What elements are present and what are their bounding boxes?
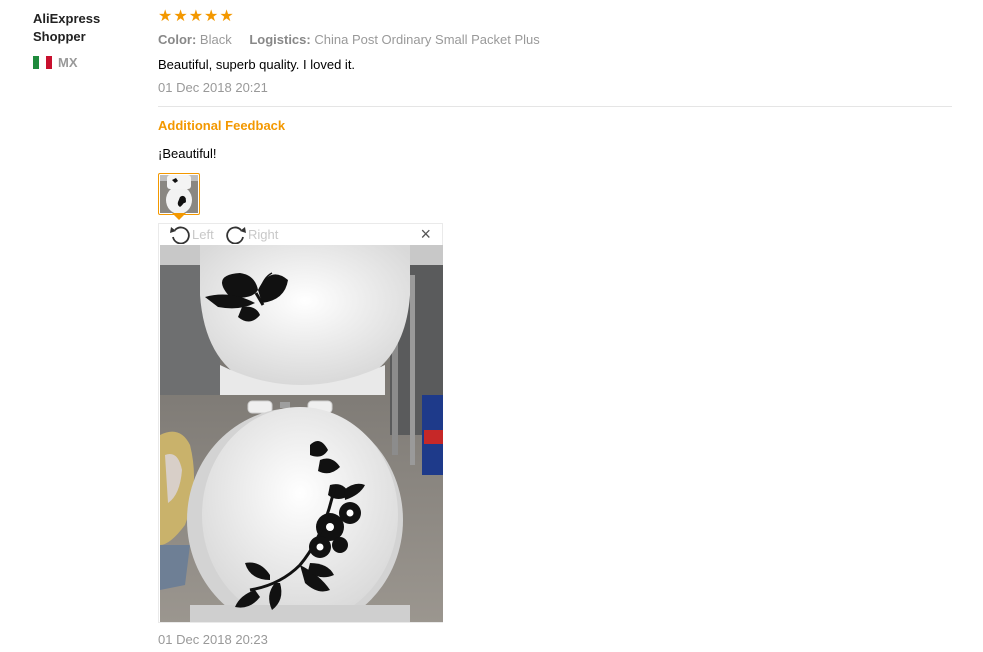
logistics-value: China Post Ordinary Small Packet Plus — [314, 32, 540, 47]
mexico-flag-icon — [33, 56, 52, 69]
star-icon: ★ — [188, 8, 204, 25]
buyer-country: MX — [33, 55, 78, 70]
country-code: MX — [58, 55, 78, 70]
viewer-toolbar: Left Right × — [159, 224, 442, 245]
rotate-left-label: Left — [192, 226, 214, 242]
review-text: Beautiful, superb quality. I loved it. — [158, 57, 356, 72]
review-photo — [160, 245, 443, 622]
review-date: 01 Dec 2018 20:21 — [158, 80, 268, 95]
thumbnail-pointer — [172, 213, 186, 220]
buyer-name: AliExpress Shopper — [33, 11, 101, 44]
order-attributes: Color: Black Logistics: China Post Ordin… — [158, 32, 540, 47]
logistics-label: Logistics: — [249, 32, 311, 47]
rotate-left-icon — [170, 226, 190, 244]
review-photo-thumbnail[interactable] — [158, 173, 200, 215]
star-icon: ★ — [173, 8, 188, 25]
thumbnail-image — [160, 175, 198, 213]
divider — [158, 106, 952, 107]
star-icon: ★ — [204, 8, 219, 25]
review-photo-image — [160, 245, 443, 622]
rotate-right-button[interactable]: Right — [225, 224, 278, 244]
close-icon[interactable]: × — [420, 225, 431, 243]
additional-feedback-heading: Additional Feedback — [158, 118, 286, 133]
color-label: Color: — [158, 32, 197, 47]
additional-feedback-text: ¡Beautiful! — [158, 146, 217, 161]
review-item: AliExpress Shopper MX ★ ★ ★ ★ ★ Color: Black… — [0, 0, 983, 652]
color-value: Black — [199, 32, 232, 47]
image-viewer: Left Right × — [158, 223, 443, 623]
star-icon: ★ — [219, 8, 234, 25]
star-rating: ★ ★ ★ ★ ★ — [158, 9, 234, 25]
rotate-right-label: Right — [248, 226, 279, 242]
rotate-right-icon — [226, 226, 246, 244]
additional-feedback-date: 01 Dec 2018 20:23 — [158, 632, 268, 647]
rotate-left-button[interactable]: Left — [169, 224, 214, 244]
star-icon: ★ — [158, 8, 173, 25]
